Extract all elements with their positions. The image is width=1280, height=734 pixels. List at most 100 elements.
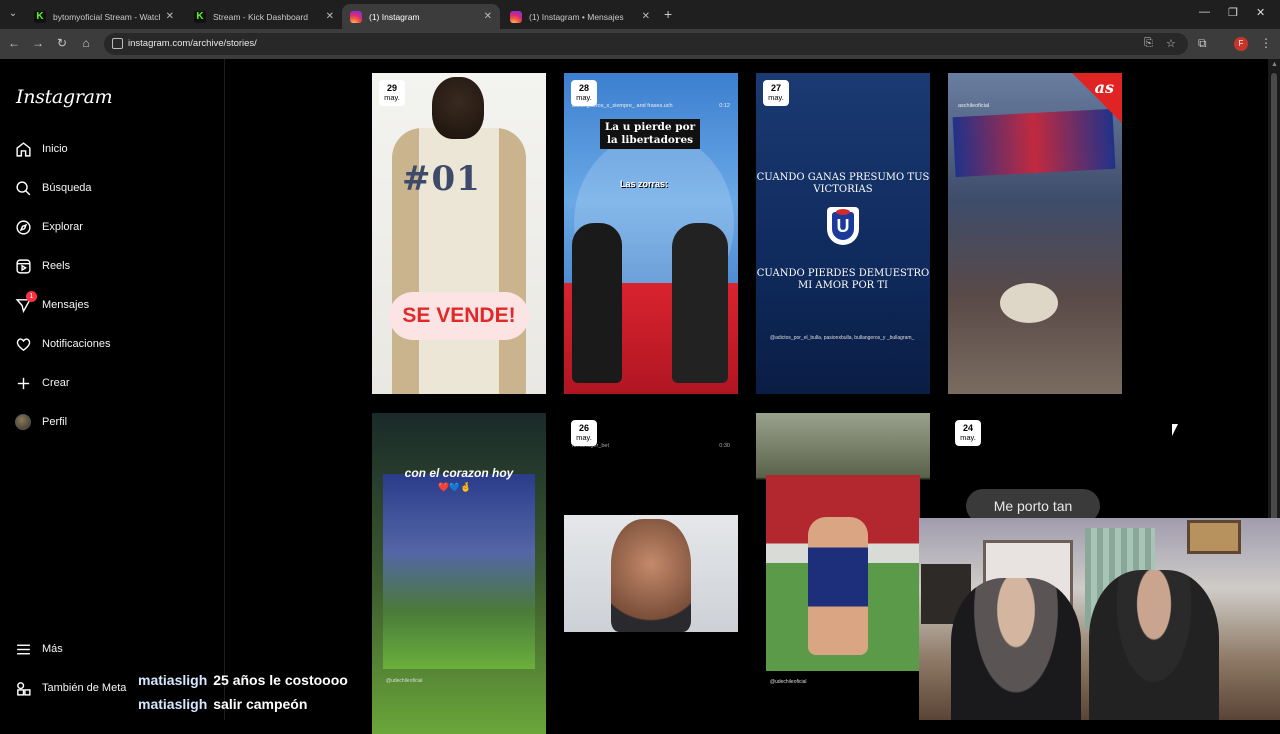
sidebar-item-reels[interactable]: Reels xyxy=(14,252,70,280)
story-account: aschileoficial xyxy=(958,103,990,109)
story-thumbnail[interactable]: #01 SE VENDE! 29 may. xyxy=(372,73,546,394)
sidebar-item-explorar[interactable]: Explorar xyxy=(14,213,83,241)
person-graphic xyxy=(572,223,622,383)
sidebar-item-label: Notificaciones xyxy=(42,338,111,350)
tab-instagram-messages[interactable]: (1) Instagram • Mensajes ✕ xyxy=(502,4,658,29)
compass-icon xyxy=(14,218,32,236)
date-day: 24 xyxy=(962,423,973,433)
menu-kebab-icon[interactable]: ⋮ xyxy=(1260,36,1272,50)
sidebar-item-notificaciones[interactable]: Notificaciones xyxy=(14,330,110,358)
forward-icon[interactable]: → xyxy=(30,36,46,50)
tab-search-icon[interactable]: ⌄ xyxy=(4,6,22,22)
sidebar-item-label: Explorar xyxy=(42,221,83,233)
story-title: La u pierde por la libertadores xyxy=(600,119,700,149)
date-month: may. xyxy=(768,93,784,102)
minimize-icon[interactable]: — xyxy=(1199,6,1210,18)
hamburger-menu-icon xyxy=(14,640,32,658)
sidebar-item-inicio[interactable]: Inicio xyxy=(14,135,68,163)
home-button-icon[interactable]: ⌂ xyxy=(78,36,94,50)
sidebar-item-perfil[interactable]: Perfil xyxy=(14,408,67,436)
tab-title: (1) Instagram xyxy=(369,11,420,22)
kick-favicon-icon: K xyxy=(34,10,46,23)
restore-icon[interactable]: ❐ xyxy=(1228,6,1238,19)
browser-tabbar: ⌄ K bytomyoficial Stream - Watch l ✕ K S… xyxy=(0,0,1280,29)
scroll-up-icon[interactable]: ▲ xyxy=(1271,61,1278,68)
date-month: may. xyxy=(576,93,592,102)
tab-kick-dashboard[interactable]: K Stream - Kick Dashboard ✕ xyxy=(186,4,342,29)
instagram-favicon-icon xyxy=(350,10,362,23)
scrollbar-thumb[interactable] xyxy=(1271,73,1277,593)
story-thumbnail[interactable]: con el corazon hoy ❤️💙🤞 @udechileoficial xyxy=(372,413,546,734)
sidebar-item-label: Crear xyxy=(42,377,70,389)
sidebar-item-busqueda[interactable]: Búsqueda xyxy=(14,174,92,202)
home-icon xyxy=(14,140,32,158)
avatar xyxy=(15,414,31,430)
date-badge: 27 may. xyxy=(763,80,789,106)
bookmark-star-icon[interactable]: ☆ xyxy=(1166,37,1176,50)
jacket-number-graphic: #01 xyxy=(402,159,481,199)
story-bottom-text: CUANDO PIERDES DEMUESTRO MI AMOR POR TI xyxy=(756,268,930,291)
close-icon[interactable]: ✕ xyxy=(166,11,174,22)
instagram-logo[interactable]: Instagram xyxy=(16,86,113,108)
story-overlay-text: SE VENDE! xyxy=(389,292,529,340)
close-window-icon[interactable]: ✕ xyxy=(1256,6,1265,19)
tab-title: Stream - Kick Dashboard xyxy=(213,11,308,22)
profile-icon xyxy=(14,413,32,431)
profile-avatar[interactable]: F xyxy=(1234,37,1248,51)
date-month: may. xyxy=(960,433,976,442)
cap-graphic xyxy=(1000,283,1058,323)
story-text: con el corazon hoy xyxy=(404,466,514,480)
story-duration: 0:12 xyxy=(719,103,730,109)
sidebar-item-label: Perfil xyxy=(42,416,68,428)
sidebar-item-meta[interactable]: También de Meta xyxy=(14,674,126,702)
reload-icon[interactable]: ↻ xyxy=(54,36,70,50)
streamer-graphic xyxy=(951,578,1081,720)
mouse-cursor-icon xyxy=(1172,424,1178,436)
chat-message: matiasligh 25 años le costoooo xyxy=(138,668,348,692)
address-bar[interactable]: instagram.com/archive/stories/ ⎘ ☆ xyxy=(104,33,1188,55)
player-graphic xyxy=(808,517,868,655)
browser-toolbar: ← → ↻ ⌂ instagram.com/archive/stories/ ⎘… xyxy=(0,29,1280,59)
story-footer: @udechileoficial xyxy=(386,678,423,684)
streamer-graphic xyxy=(1089,570,1219,720)
close-icon[interactable]: ✕ xyxy=(326,11,334,22)
story-thumbnail[interactable]: fumanager_bet 0:30 26 may. xyxy=(564,413,738,734)
back-icon[interactable]: ← xyxy=(6,36,22,50)
extensions-icon[interactable]: ⧉ xyxy=(1198,36,1207,51)
picture-frame-graphic xyxy=(1187,520,1241,554)
install-app-icon[interactable]: ⎘ xyxy=(1144,37,1153,50)
sidebar-item-label: Búsqueda xyxy=(42,182,92,194)
story-thumbnail[interactable]: bullangueros_x_siempre_ and frases.uch 0… xyxy=(564,73,738,394)
sidebar-item-label: También de Meta xyxy=(42,682,127,694)
tab-kick-stream[interactable]: K bytomyoficial Stream - Watch l ✕ xyxy=(26,4,182,29)
date-month: may. xyxy=(384,93,400,102)
chat-text: salir campeón xyxy=(213,696,308,712)
sidebar-item-label: Inicio xyxy=(42,143,68,155)
sidebar-item-mas[interactable]: Más xyxy=(14,635,63,663)
close-icon[interactable]: ✕ xyxy=(484,11,492,22)
as-logo: as xyxy=(1094,78,1114,97)
tab-instagram[interactable]: (1) Instagram ✕ xyxy=(342,4,500,29)
story-subtitle: Las zorras: xyxy=(620,179,669,189)
plus-icon xyxy=(14,374,32,392)
story-thumbnail[interactable]: as aschileoficial xyxy=(948,73,1122,394)
sidebar-item-mensajes[interactable]: 1 Mensajes xyxy=(14,291,89,319)
chat-username: matiasligh xyxy=(138,672,208,688)
sidebar-item-crear[interactable]: Crear xyxy=(14,369,70,397)
search-icon xyxy=(14,179,32,197)
story-thumbnail[interactable]: @udechileoficial xyxy=(756,413,930,734)
stream-chat-overlay: matiasligh 25 años le costoooo matiasligh… xyxy=(138,668,348,716)
webcam-overlay xyxy=(919,518,1280,720)
date-day: 27 xyxy=(770,83,781,93)
notification-badge: 1 xyxy=(26,291,37,302)
date-badge: 26 may. xyxy=(571,420,597,446)
site-info-icon[interactable] xyxy=(112,38,123,49)
model-head-graphic xyxy=(432,77,484,139)
sidebar-item-label: Más xyxy=(42,643,63,655)
story-thumbnail[interactable]: CUANDO GANAS PRESUMO TUS VICTORIAS CUAND… xyxy=(756,73,930,394)
story-emoji: ❤️💙🤞 xyxy=(438,482,472,492)
new-tab-icon[interactable]: + xyxy=(664,6,672,22)
close-icon[interactable]: ✕ xyxy=(642,11,650,22)
person-graphic xyxy=(611,519,691,632)
story-footer: @udechileoficial xyxy=(770,679,807,685)
